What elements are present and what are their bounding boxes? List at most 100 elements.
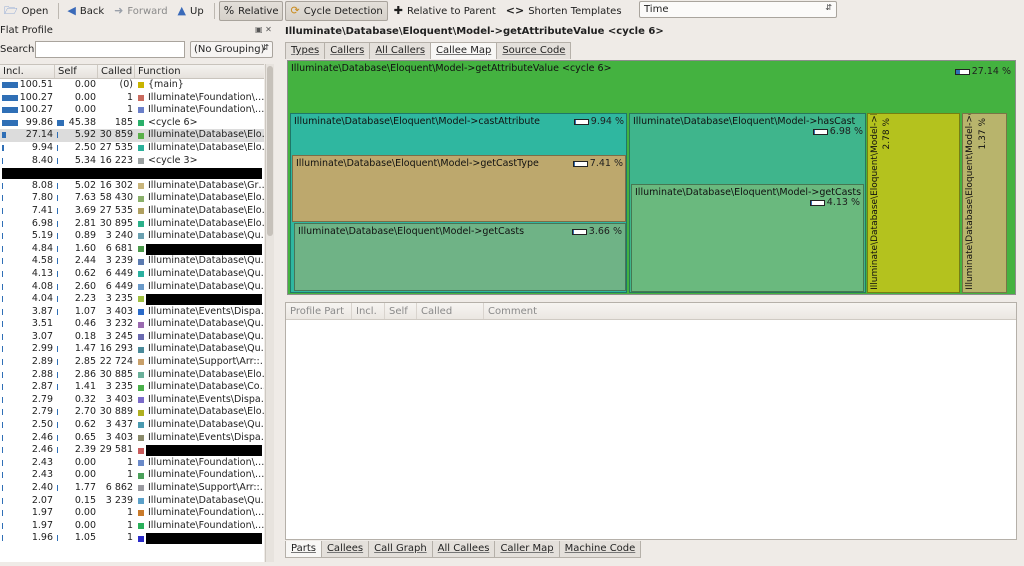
- function-cell: Illuminate\Support\Arr::…: [135, 482, 264, 495]
- column-header-called[interactable]: Called: [98, 65, 135, 78]
- self-cell: 0.00: [55, 507, 98, 520]
- function-cell: Illuminate\Foundation\…: [135, 92, 264, 105]
- shorten-templates-toggle[interactable]: <> Shorten Templates: [502, 1, 626, 21]
- column-header-profile-part[interactable]: Profile Part: [286, 303, 352, 319]
- function-row[interactable]: 3.87 1.07 3 403 Illuminate\Events\Dispa…: [0, 306, 264, 319]
- tab-caller-map[interactable]: Caller Map: [494, 541, 560, 558]
- search-input[interactable]: [35, 41, 185, 58]
- incl-cell: 99.86: [0, 117, 55, 130]
- column-header-self[interactable]: Self: [385, 303, 417, 319]
- scrollbar-thumb[interactable]: [267, 66, 273, 236]
- function-row[interactable]: 1.96 1.05 1: [0, 532, 264, 545]
- event-type-select[interactable]: Time ⇵: [639, 1, 837, 18]
- open-button[interactable]: 🗁 Open: [0, 1, 52, 21]
- up-button[interactable]: ▲ Up: [174, 1, 208, 21]
- function-cell: {main}: [135, 79, 264, 92]
- function-row[interactable]: 27.14 5.92 30 859 Illuminate\Database\Elo…: [0, 129, 264, 142]
- incl-cost-bar: [2, 459, 3, 466]
- function-row[interactable]: 99.86 45.38 185 <cycle 6>: [0, 117, 264, 130]
- function-row[interactable]: 2.88 2.86 30 885 Illuminate\Database\Elo…: [0, 369, 264, 382]
- function-row[interactable]: 3.51 0.46 3 232 Illuminate\Database\Qu…: [0, 318, 264, 331]
- parts-table[interactable]: Profile Part Incl. Self Called Comment: [285, 302, 1017, 540]
- function-name: Illuminate\Database\Co…: [148, 381, 264, 393]
- self-value: 1.07: [74, 305, 96, 317]
- map-block-hascast[interactable]: Illuminate\Database\Eloquent\Model->hasC…: [629, 113, 866, 293]
- function-row[interactable]: 2.79 2.70 30 889 Illuminate\Database\Elo…: [0, 406, 264, 419]
- relative-toggle[interactable]: % Relative: [218, 1, 284, 21]
- map-block-getcasts-2[interactable]: Illuminate\Database\Eloquent\Model->getC…: [631, 184, 864, 292]
- function-row[interactable]: 7.80 7.63 58 430 Illuminate\Database\Elo…: [0, 192, 264, 205]
- tab-source-code[interactable]: Source Code: [496, 42, 572, 59]
- tab-call-graph[interactable]: Call Graph: [368, 541, 433, 558]
- function-row[interactable]: 4.13 0.62 6 449 Illuminate\Database\Qu…: [0, 268, 264, 281]
- group-color-swatch: [138, 346, 144, 353]
- column-header-self[interactable]: Self: [55, 65, 98, 78]
- column-header-function[interactable]: Function: [135, 65, 264, 78]
- function-row[interactable]: 1.97 0.00 1 Illuminate\Foundation\…: [0, 507, 264, 520]
- tab-types[interactable]: Types: [285, 42, 326, 59]
- tab-callees[interactable]: Callees: [320, 541, 370, 558]
- function-row[interactable]: 2.43 0.00 1 Illuminate\Foundation\…: [0, 469, 264, 482]
- function-row[interactable]: 100.51 0.00 (0) {main}: [0, 79, 264, 92]
- function-row[interactable]: 9.94 2.50 27 535 Illuminate\Database\Elo…: [0, 142, 264, 155]
- self-cell: 0.15: [55, 495, 98, 508]
- function-row[interactable]: [0, 167, 264, 180]
- column-header-incl[interactable]: Incl.: [352, 303, 385, 319]
- tab-parts[interactable]: Parts: [285, 541, 322, 558]
- function-row[interactable]: 2.89 2.85 22 724 Illuminate\Support\Arr::…: [0, 356, 264, 369]
- map-block-hasgetmutator[interactable]: Illuminate\Database\Eloquent\Model->hasG…: [867, 113, 960, 293]
- function-row[interactable]: 4.58 2.44 3 239 Illuminate\Database\Qu…: [0, 255, 264, 268]
- tab-callers[interactable]: Callers: [324, 42, 371, 59]
- self-cost-bar: [57, 270, 58, 277]
- function-row[interactable]: 2.87 1.41 3 235 Illuminate\Database\Co…: [0, 381, 264, 394]
- tab-callee-map[interactable]: Callee Map: [430, 42, 498, 59]
- function-row[interactable]: 2.79 0.32 3 403 Illuminate\Events\Dispa…: [0, 394, 264, 407]
- tab-all-callers[interactable]: All Callers: [369, 42, 432, 59]
- function-row[interactable]: 2.99 1.47 16 293 Illuminate\Database\Qu…: [0, 343, 264, 356]
- self-value: 2.50: [74, 141, 96, 153]
- function-row[interactable]: 2.07 0.15 3 239 Illuminate\Database\Qu…: [0, 495, 264, 508]
- function-row[interactable]: 3.07 0.18 3 245 Illuminate\Database\Qu…: [0, 331, 264, 344]
- self-value: 2.70: [74, 406, 96, 418]
- callee-map[interactable]: Illuminate\Database\Eloquent\Model->getA…: [287, 60, 1016, 295]
- dock-buttons[interactable]: ▣ ✕: [255, 25, 272, 34]
- function-row[interactable]: 2.40 1.77 6 862 Illuminate\Support\Arr::…: [0, 482, 264, 495]
- function-row[interactable]: 4.04 2.23 3 235: [0, 293, 264, 306]
- map-block-getattributefromarray[interactable]: Illuminate\Database\Eloquent\Model->getA…: [962, 113, 1007, 293]
- forward-button[interactable]: ➜ Forward: [110, 1, 171, 21]
- function-row[interactable]: 2.46 0.65 3 403 Illuminate\Events\Dispa…: [0, 432, 264, 445]
- incl-value: 5.19: [31, 230, 53, 242]
- self-cost-bar: [57, 409, 58, 416]
- called-cell: 6 681: [105, 242, 133, 254]
- function-row[interactable]: 2.50 0.62 3 437 Illuminate\Database\Qu…: [0, 419, 264, 432]
- column-header-called[interactable]: Called: [417, 303, 484, 319]
- incl-cost-bar: [2, 522, 3, 529]
- function-row[interactable]: 8.08 5.02 16 302 Illuminate\Database\Gr…: [0, 180, 264, 193]
- function-list-scrollbar[interactable]: [265, 64, 274, 562]
- relative-to-parent-toggle[interactable]: ✚ Relative to Parent: [390, 1, 500, 21]
- group-color-swatch: [138, 233, 144, 240]
- function-row[interactable]: 8.40 5.34 16 223 <cycle 3>: [0, 155, 264, 168]
- function-row[interactable]: 7.41 3.69 27 535 Illuminate\Database\Elo…: [0, 205, 264, 218]
- tab-machine-code[interactable]: Machine Code: [558, 541, 642, 558]
- tab-all-callees[interactable]: All Callees: [431, 541, 496, 558]
- column-header-incl[interactable]: Incl.: [0, 65, 55, 78]
- function-row[interactable]: 5.19 0.89 3 240 Illuminate\Database\Qu…: [0, 230, 264, 243]
- map-block-castattribute[interactable]: Illuminate\Database\Eloquent\Model->cast…: [290, 113, 627, 293]
- function-row[interactable]: 2.46 2.39 29 581: [0, 444, 264, 457]
- map-block-getcasts[interactable]: Illuminate\Database\Eloquent\Model->getC…: [294, 223, 626, 291]
- cycle-detection-toggle[interactable]: ⟳ Cycle Detection: [285, 1, 388, 21]
- grouping-select[interactable]: (No Grouping) ⇵: [190, 41, 273, 58]
- map-block-getcasttype[interactable]: Illuminate\Database\Eloquent\Model->getC…: [292, 155, 626, 222]
- back-button[interactable]: ◀ Back: [63, 1, 108, 21]
- function-row[interactable]: 2.43 0.00 1 Illuminate\Foundation\…: [0, 457, 264, 470]
- function-row[interactable]: 100.27 0.00 1 Illuminate\Foundation\…: [0, 92, 264, 105]
- function-row[interactable]: 4.84 1.60 6 681: [0, 243, 264, 256]
- function-list[interactable]: Incl. Self Called Function 100.51 0.00 (0)…: [0, 64, 264, 562]
- function-name: Illuminate\Events\Dispa…: [148, 393, 264, 405]
- function-row[interactable]: 1.97 0.00 1 Illuminate\Foundation\…: [0, 520, 264, 533]
- function-row[interactable]: 6.98 2.81 30 895 Illuminate\Database\Elo…: [0, 218, 264, 231]
- function-row[interactable]: 4.08 2.60 6 449 Illuminate\Database\Qu…: [0, 281, 264, 294]
- column-header-comment[interactable]: Comment: [484, 303, 1016, 319]
- function-row[interactable]: 100.27 0.00 1 Illuminate\Foundation\…: [0, 104, 264, 117]
